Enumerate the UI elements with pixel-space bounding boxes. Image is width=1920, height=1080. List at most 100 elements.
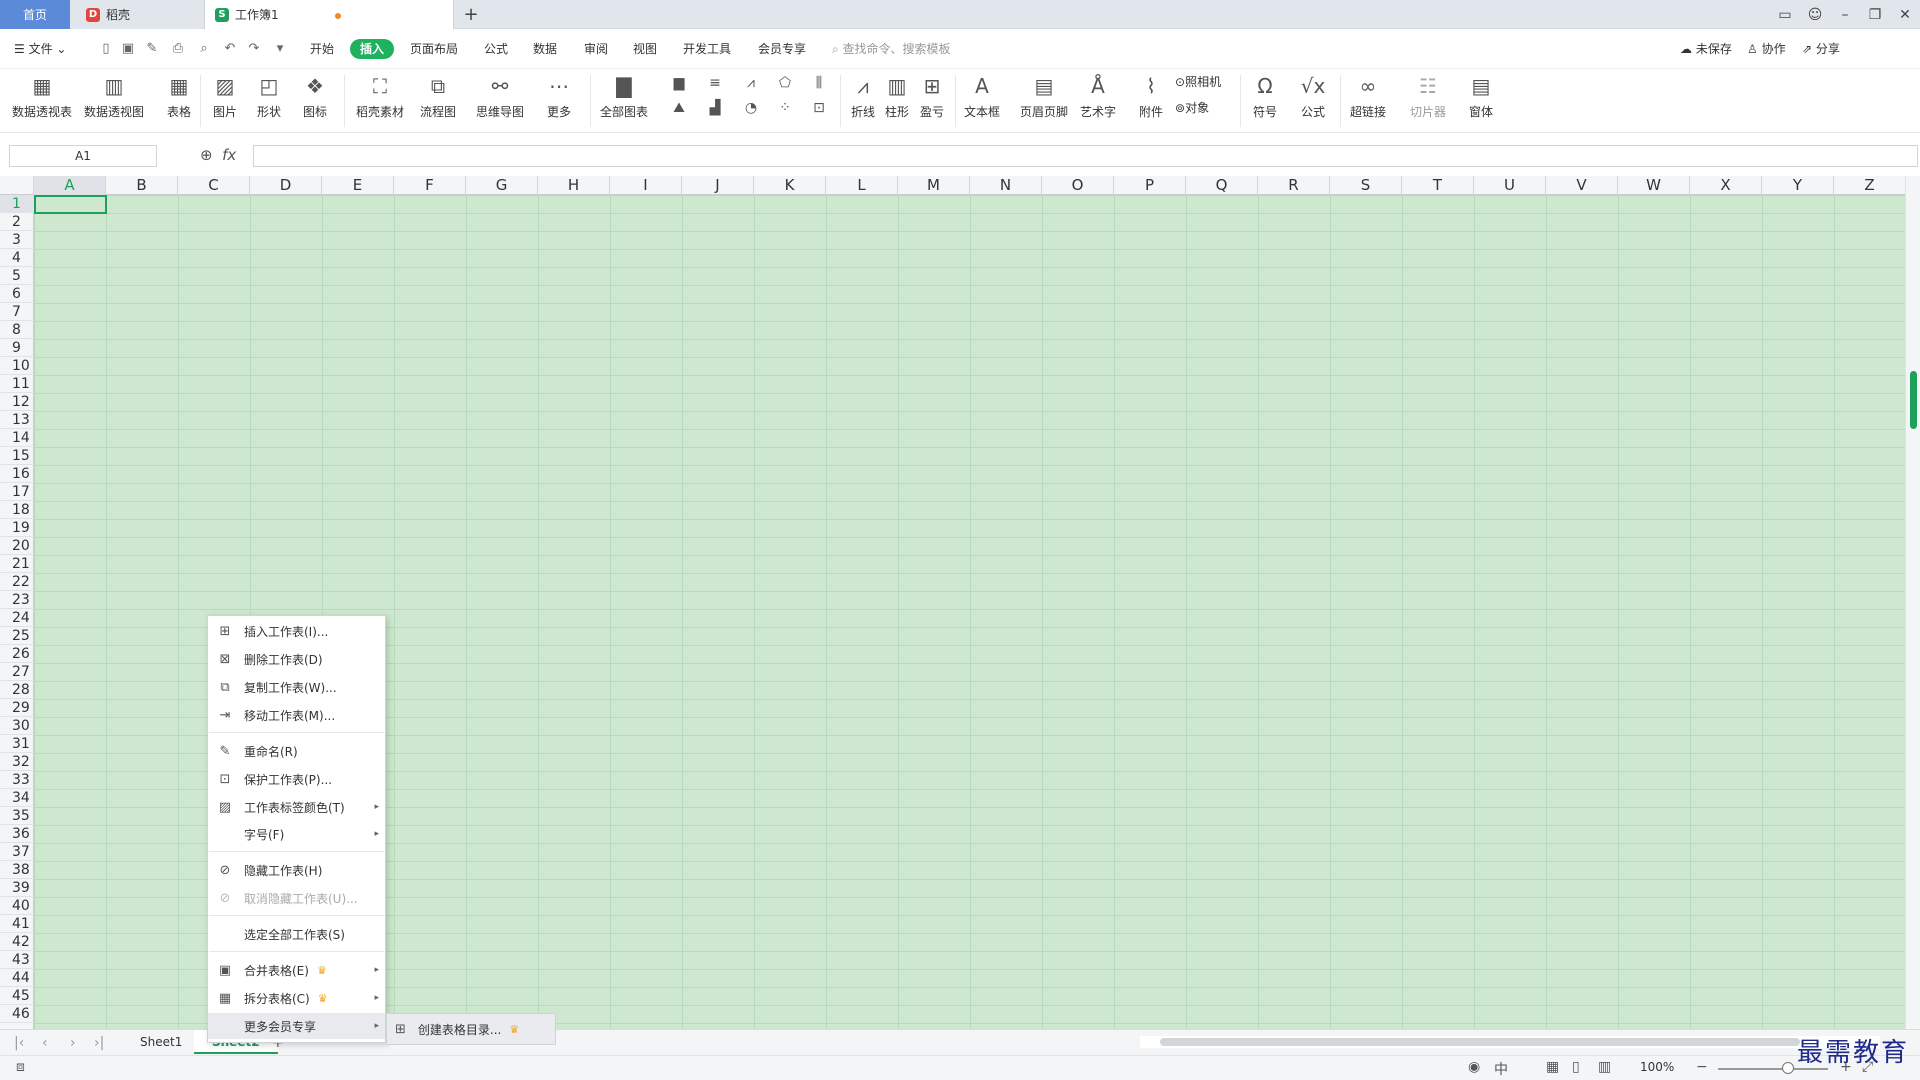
other-chart-icon[interactable]: ⊡ [804,97,834,119]
horizontal-scrollbar[interactable] [1140,1036,1880,1048]
normal-view-icon[interactable]: ▦ [1546,1059,1559,1075]
menu-item-copy-sheet[interactable]: ⧉ 复制工作表(W)... [208,674,385,700]
last-sheet-icon[interactable]: ›| [94,1035,104,1051]
new-icon[interactable]: ▯ [98,41,114,57]
menu-item-rename[interactable]: ✎ 重命名(R) [208,738,385,764]
table-button[interactable]: ▦ 表格 [164,71,194,120]
pivot-chart-button[interactable]: ▥ 数据透视图 [84,71,144,120]
column-header[interactable]: K [754,176,826,195]
column-header[interactable]: Q [1186,176,1258,195]
eye-protection-icon[interactable]: ◉ [1468,1059,1480,1075]
pie-chart-icon[interactable]: ◔ [736,97,766,119]
row-header[interactable]: 11 [0,375,34,393]
column-header[interactable]: C [178,176,250,195]
row-header[interactable]: 9 [0,339,34,357]
tab-home[interactable]: 首页 [0,0,70,29]
row-header[interactable]: 24 [0,609,34,627]
camera-button[interactable]: ⊙ 照相机 [1175,73,1221,90]
column-header[interactable]: H [538,176,610,195]
tab-insert[interactable]: 插入 [350,39,395,59]
mindmap-button[interactable]: ⚯ 思维导图 [476,71,524,120]
print-preview-icon[interactable]: ⌕ [196,41,212,57]
icon-button[interactable]: ❖ 图标 [300,71,330,120]
restore-button[interactable]: ❐ [1860,0,1890,29]
tab-daoke[interactable]: D 稻壳 [72,0,202,29]
input-method-icon[interactable]: 中 [1494,1059,1508,1079]
row-header[interactable]: 1 [0,195,34,213]
column-header[interactable]: M [898,176,970,195]
submenu-item-create-toc[interactable]: 创建表格目录... [418,1021,501,1038]
zoom-icon[interactable]: ⊕ [200,146,213,164]
row-header[interactable]: 22 [0,573,34,591]
row-header[interactable]: 40 [0,897,34,915]
scatter-chart-icon[interactable]: ⁘ [770,97,800,119]
row-header[interactable]: 12 [0,393,34,411]
textbox-button[interactable]: A 文本框 [964,71,1000,120]
minimize-button[interactable]: – [1830,0,1860,29]
window-button[interactable]: ▤ 窗体 [1466,71,1496,120]
save-icon[interactable]: ▣ [120,41,136,57]
column-header[interactable]: R [1258,176,1330,195]
column-header[interactable]: Z [1834,176,1906,195]
object-button[interactable]: ⊚ 对象 [1175,99,1209,116]
column-header[interactable]: N [970,176,1042,195]
page-break-view-icon[interactable]: ▥ [1598,1059,1611,1075]
unsaved-button[interactable]: ☁ 未保存 [1680,40,1732,57]
row-header[interactable]: 43 [0,951,34,969]
row-header[interactable]: 28 [0,681,34,699]
all-charts-button[interactable]: ▇ 全部图表 [600,71,648,120]
row-header[interactable]: 5 [0,267,34,285]
row-header[interactable]: 18 [0,501,34,519]
tab-page-layout[interactable]: 页面布局 [406,39,462,59]
tab-workbook[interactable]: S 工作簿1 [204,0,454,29]
tab-dev-tools[interactable]: 开发工具 [679,39,735,59]
vertical-scroll-thumb[interactable] [1910,371,1917,429]
row-header[interactable]: 13 [0,411,34,429]
row-header[interactable]: 15 [0,447,34,465]
row-header[interactable]: 38 [0,861,34,879]
page-layout-view-icon[interactable]: ▯ [1572,1059,1580,1075]
command-search[interactable]: ⌕ 查找命令、搜索模板 [832,40,951,57]
menu-item-merge-tables[interactable]: ▣ 合并表格(E) ♛ ▸ [208,957,385,983]
avatar[interactable]: ☺ [1800,0,1830,29]
menu-item-tab-color[interactable]: ▨ 工作表标签颜色(T) ▸ [208,794,385,820]
share-button[interactable]: ⇗ 分享 [1802,40,1840,57]
column-header[interactable]: V [1546,176,1618,195]
row-header[interactable]: 8 [0,321,34,339]
area-chart-icon[interactable]: ⛰ [664,97,694,119]
column-header[interactable]: L [826,176,898,195]
menu-item-more-vip[interactable]: 更多会员专享 ▸ [208,1013,385,1039]
layout-icon[interactable]: ▭ [1770,0,1800,29]
row-header[interactable]: 35 [0,807,34,825]
row-header[interactable]: 25 [0,627,34,645]
column-header[interactable]: A [34,176,106,195]
next-sheet-icon[interactable]: › [70,1035,76,1051]
flowchart-button[interactable]: ⧉ 流程图 [420,71,456,120]
row-header[interactable]: 16 [0,465,34,483]
select-all-corner[interactable] [0,176,34,195]
row-header[interactable]: 14 [0,429,34,447]
row-header[interactable]: 23 [0,591,34,609]
customize-icon[interactable]: ▾ [272,41,288,57]
tab-view[interactable]: 视图 [629,39,661,59]
row-header[interactable]: 3 [0,231,34,249]
row-header[interactable]: 32 [0,753,34,771]
sparkline-line-button[interactable]: ⩘ 折线 [848,71,878,120]
column-header[interactable]: O [1042,176,1114,195]
header-footer-button[interactable]: ▤ 页眉页脚 [1020,71,1068,120]
radar-chart-icon[interactable]: ⬠ [770,72,800,94]
close-button[interactable]: ✕ [1890,0,1920,29]
zoom-level[interactable]: 100% [1640,1060,1674,1074]
column-header[interactable]: X [1690,176,1762,195]
row-header[interactable]: 45 [0,987,34,1005]
tab-formula[interactable]: 公式 [480,39,512,59]
collab-button[interactable]: ♙ 协作 [1747,40,1786,57]
column-header[interactable]: W [1618,176,1690,195]
menu-item-delete-sheet[interactable]: ⊠ 删除工作表(D) [208,646,385,672]
row-header[interactable]: 27 [0,663,34,681]
redo-icon[interactable]: ↷ [246,41,262,57]
print-icon[interactable]: ⎙ [170,41,186,57]
column-header[interactable]: T [1402,176,1474,195]
selected-cell-a1[interactable] [34,195,107,214]
menu-item-hide-sheet[interactable]: ⊘ 隐藏工作表(H) [208,857,385,883]
